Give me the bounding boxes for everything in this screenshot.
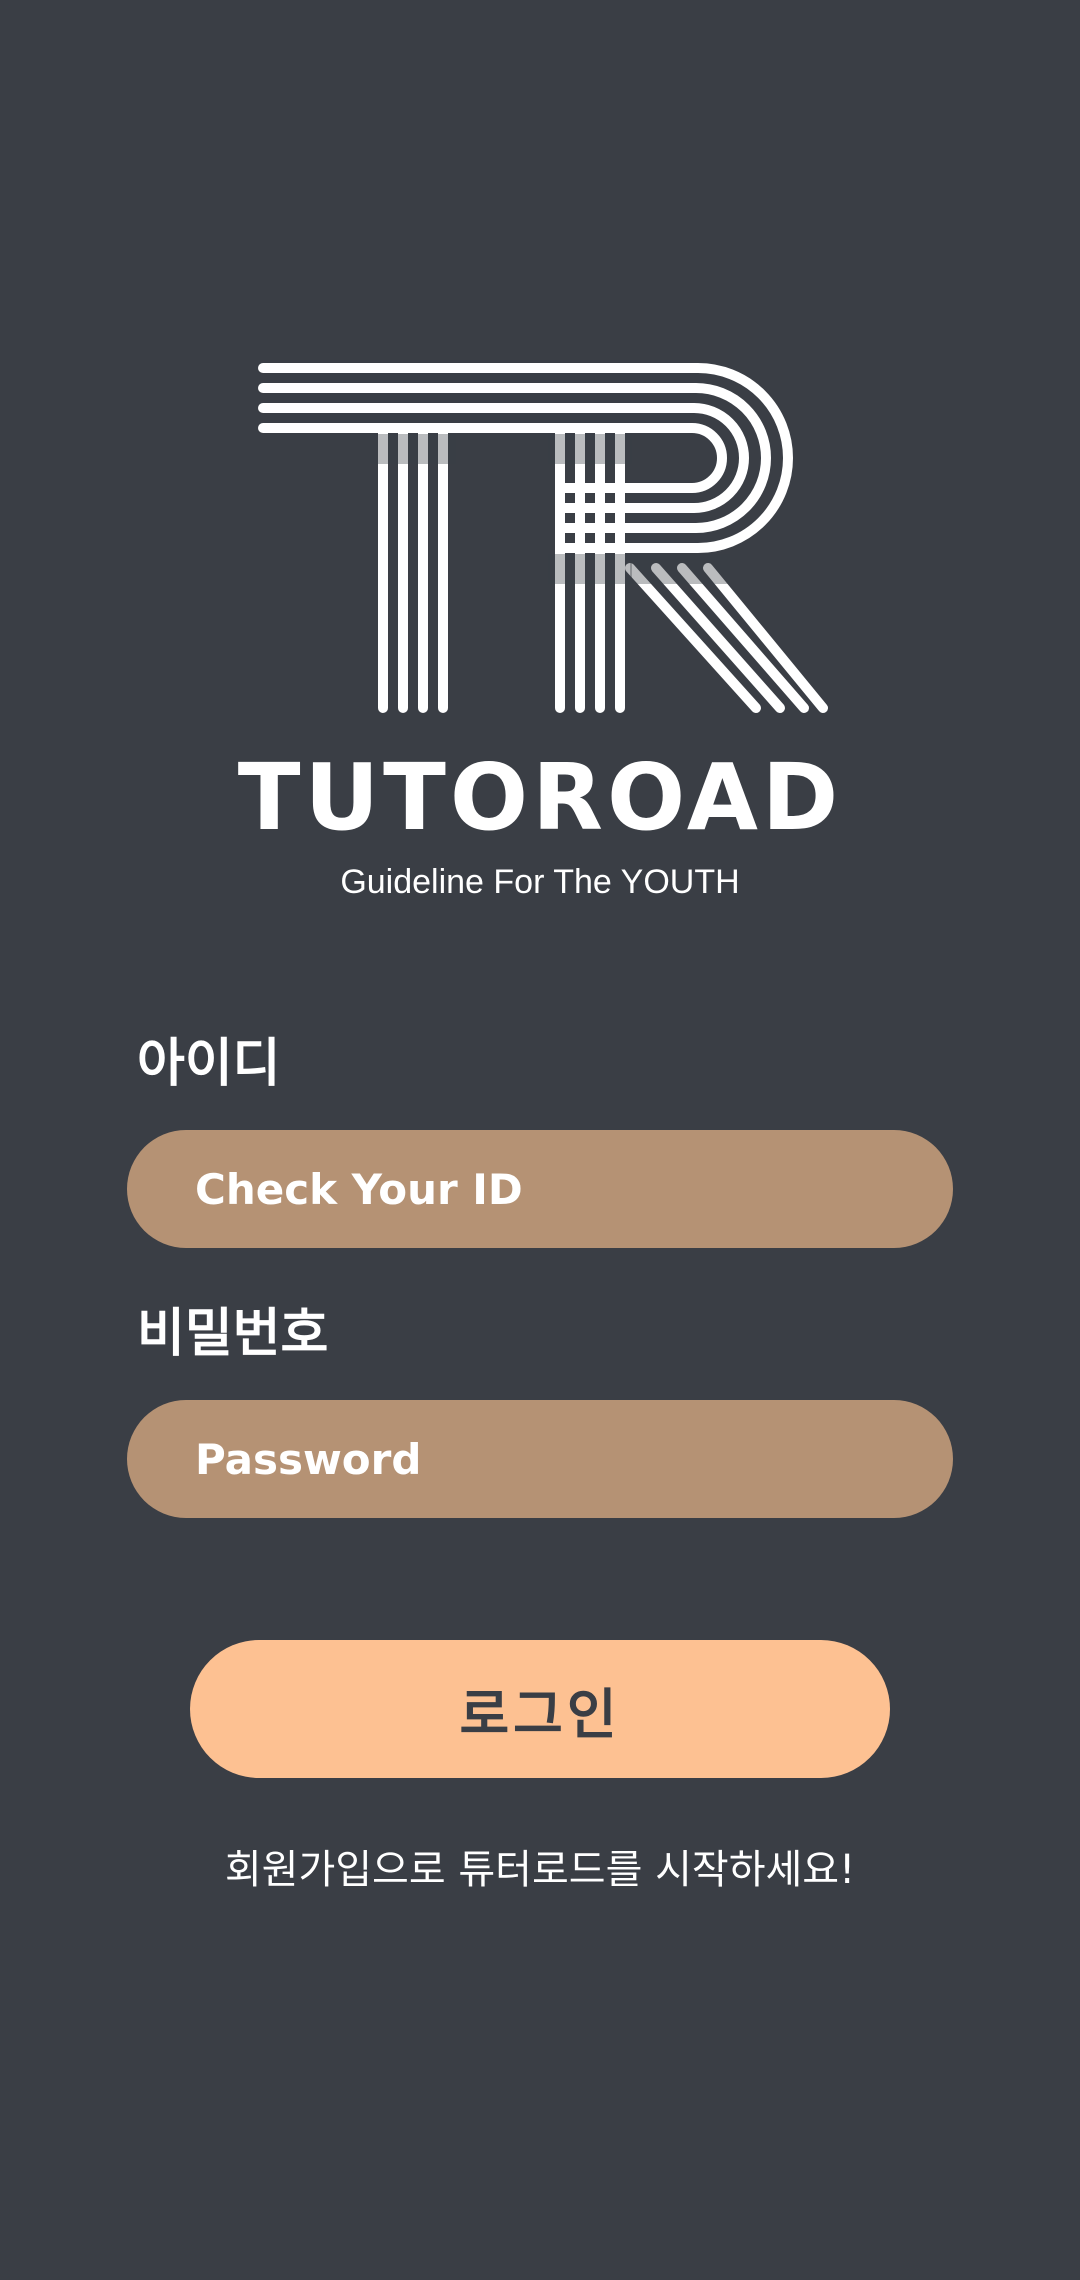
tagline: Guideline For The YOUTH	[340, 863, 740, 901]
signup-link[interactable]: 회원가입으로 튜터로드를 시작하세요!	[0, 1840, 1080, 1900]
login-button[interactable]: 로그인	[190, 1640, 890, 1778]
password-input[interactable]	[127, 1400, 953, 1518]
password-label: 비밀번호	[137, 1304, 329, 1364]
id-label: 아이디	[137, 1034, 281, 1094]
brand-name: TUTOROAD	[237, 744, 843, 851]
id-input[interactable]	[127, 1130, 953, 1248]
tutoroad-tr-logo-icon	[258, 363, 828, 713]
